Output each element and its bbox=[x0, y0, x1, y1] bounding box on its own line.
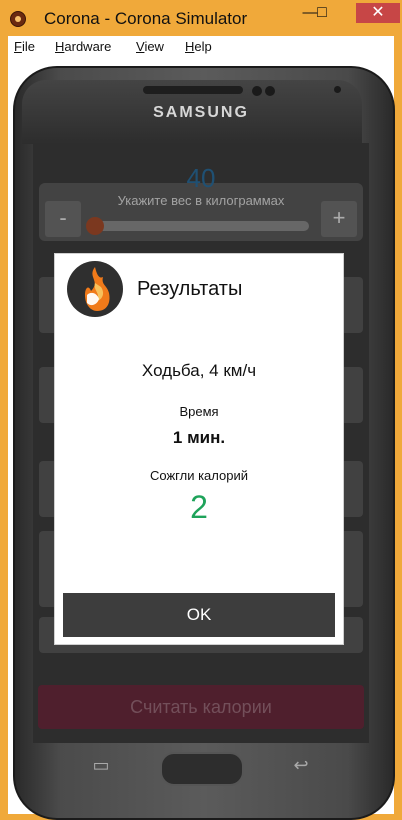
front-camera bbox=[334, 86, 341, 93]
phone-softkeys: ▭ ↩ bbox=[33, 744, 369, 794]
home-button[interactable] bbox=[160, 752, 244, 786]
earpiece-speaker bbox=[143, 86, 243, 94]
flame-muscle-icon bbox=[67, 261, 123, 317]
title-bar[interactable]: Corona - Corona Simulator — □ ✕ bbox=[0, 0, 402, 36]
back-icon[interactable]: ↩ bbox=[290, 756, 312, 774]
time-value: 1 мин. bbox=[172, 428, 226, 447]
brand-logo: SAMSUNG bbox=[153, 104, 249, 121]
menu-view[interactable]: View bbox=[136, 39, 164, 54]
calories-value: 2 bbox=[190, 489, 208, 525]
menu-bar: File Hardware View Help bbox=[8, 36, 394, 59]
dialog-title: Результаты bbox=[137, 278, 243, 300]
menu-hardware[interactable]: Hardware bbox=[55, 39, 111, 54]
simulator-window: Corona - Corona Simulator — □ ✕ File Har… bbox=[0, 0, 402, 820]
menu-file[interactable]: File bbox=[14, 39, 35, 54]
close-button[interactable]: ✕ bbox=[356, 3, 400, 23]
sensor-dot bbox=[265, 86, 275, 96]
activity-name: Ходьба, 4 км/ч bbox=[141, 361, 257, 380]
recent-apps-icon[interactable]: ▭ bbox=[90, 756, 112, 774]
calories-label: Сожгли калорий bbox=[149, 468, 248, 483]
window-title: Corona - Corona Simulator bbox=[44, 9, 248, 28]
results-dialog: Результаты Ходьба, 4 км/ч Время 1 мин. С… bbox=[55, 254, 343, 644]
maximize-button[interactable]: □ bbox=[308, 3, 336, 23]
time-label: Время bbox=[179, 404, 219, 419]
menu-help[interactable]: Help bbox=[185, 39, 212, 54]
corona-app-icon bbox=[10, 11, 26, 27]
ok-button[interactable]: OK bbox=[63, 593, 335, 637]
sensor-dot bbox=[252, 86, 262, 96]
